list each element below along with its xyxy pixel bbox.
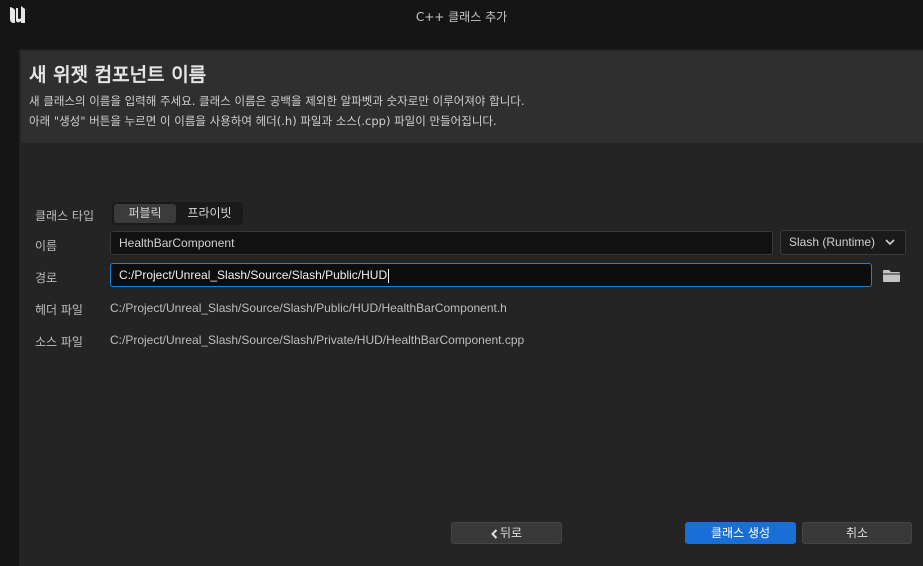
source-file-value: C:/Project/Unreal_Slash/Source/Slash/Pri… xyxy=(110,333,525,347)
header-file-value: C:/Project/Unreal_Slash/Source/Slash/Pub… xyxy=(110,301,507,315)
source-file-label: 소스 파일 xyxy=(35,335,83,349)
module-dropdown-value: Slash (Runtime) xyxy=(789,235,876,249)
path-value: C:/Project/Unreal_Slash/Source/Slash/Pub… xyxy=(119,268,388,282)
cancel-button[interactable]: 취소 xyxy=(802,522,912,544)
class-name-value: HealthBarComponent xyxy=(119,236,235,250)
title-bar: C++ 클래스 추가 xyxy=(0,0,923,32)
description-line-2: 아래 "생성" 버튼을 누르면 이 이름을 사용하여 헤더(.h) 파일과 소스… xyxy=(29,114,497,128)
module-dropdown[interactable]: Slash (Runtime) xyxy=(780,230,906,255)
dialog-header: 새 위젯 컴포넌트 이름 새 클래스의 이름을 입력해 주세요. 클래스 이름은… xyxy=(21,51,923,143)
chevron-left-icon xyxy=(491,528,498,539)
back-button[interactable]: 뒤로 xyxy=(451,522,562,544)
chevron-down-icon xyxy=(885,239,895,246)
folder-icon[interactable] xyxy=(882,268,901,283)
class-type-toggle: 퍼블릭 프라이빗 xyxy=(112,202,243,225)
dialog-title: 새 위젯 컴포넌트 이름 xyxy=(29,64,207,86)
window-title: C++ 클래스 추가 xyxy=(415,10,508,24)
class-name-input[interactable]: HealthBarComponent xyxy=(110,231,773,255)
description-line-1: 새 클래스의 이름을 입력해 주세요. 클래스 이름은 공백을 제외한 알파벳과… xyxy=(29,94,525,108)
path-label: 경로 xyxy=(35,271,58,285)
text-caret xyxy=(388,268,390,283)
class-type-label: 클래스 타입 xyxy=(35,209,95,223)
create-class-button[interactable]: 클래스 생성 xyxy=(685,522,796,544)
header-file-label: 헤더 파일 xyxy=(35,303,83,317)
name-label: 이름 xyxy=(35,239,58,253)
class-type-private-button[interactable]: 프라이빗 xyxy=(178,204,241,223)
class-type-public-button[interactable]: 퍼블릭 xyxy=(114,204,176,223)
back-button-label: 뒤로 xyxy=(499,526,523,540)
path-input[interactable]: C:/Project/Unreal_Slash/Source/Slash/Pub… xyxy=(110,263,872,287)
